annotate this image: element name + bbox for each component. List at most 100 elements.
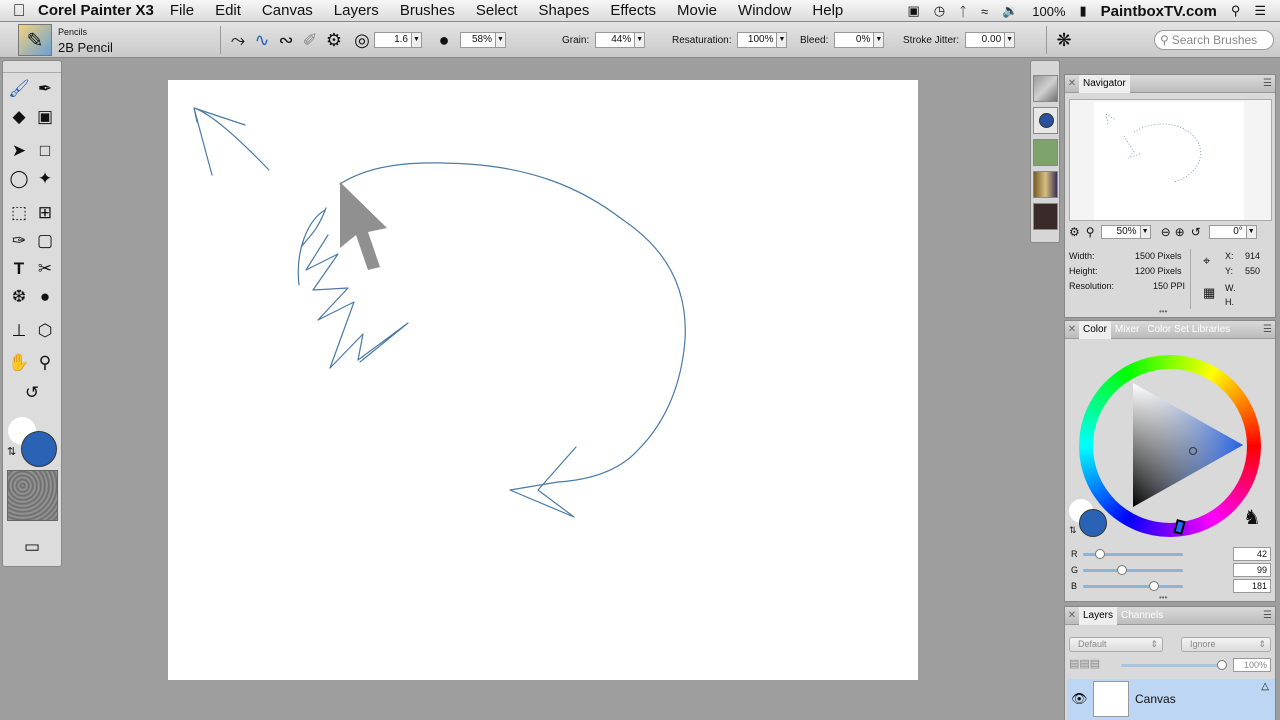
app-menu[interactable]: Corel Painter X3	[38, 2, 154, 19]
color-set-library-icon[interactable]	[1033, 107, 1058, 134]
straight-line-stroke-icon[interactable]: ∾	[274, 28, 298, 52]
panel-menu-icon[interactable]: ☰	[1263, 610, 1272, 621]
stroke-jitter-dropdown-icon[interactable]: ▼	[1005, 32, 1016, 48]
opacity-icon[interactable]: ●	[432, 28, 456, 52]
opacity-field[interactable]: 58%	[460, 32, 496, 48]
saturation-value-triangle[interactable]	[1065, 339, 1277, 579]
selection-adjuster-tool-icon[interactable]: ⬚	[7, 201, 31, 225]
zoom-out-icon[interactable]: ⊖	[1161, 225, 1171, 239]
drawing-canvas[interactable]	[168, 80, 918, 680]
size-dropdown-icon[interactable]: ▼	[412, 32, 422, 48]
menu-shapes[interactable]: Shapes	[539, 2, 590, 19]
apple-menu-icon[interactable]: 	[0, 1, 38, 21]
zoom-dropdown-icon[interactable]: ▼	[1140, 225, 1151, 239]
layer-row-canvas[interactable]: 👁 Canvas △	[1067, 679, 1275, 720]
scissors-tool-icon[interactable]: ✂	[33, 257, 57, 281]
lasso-tool-icon[interactable]: ◯	[7, 167, 31, 191]
b-slider[interactable]	[1083, 585, 1183, 588]
preserve-transparency-select[interactable]: Ignore ⇕	[1181, 637, 1271, 652]
rotation-field[interactable]: 0°	[1208, 225, 1247, 239]
size-icon[interactable]: ◎	[350, 28, 374, 52]
layer-opacity-knob[interactable]	[1217, 660, 1227, 670]
navigator-preview[interactable]	[1069, 99, 1272, 221]
bluetooth-icon[interactable]: ᛏ	[959, 4, 967, 19]
menu-help[interactable]: Help	[812, 2, 843, 19]
zoom-in-icon[interactable]: ⊕	[1175, 225, 1185, 239]
layer-lock-icons[interactable]: ▤▤▤	[1069, 657, 1100, 670]
tab-layers[interactable]: Layers	[1079, 606, 1118, 625]
g-slider-knob[interactable]	[1116, 565, 1127, 575]
close-panel-icon[interactable]: ✕	[1065, 78, 1079, 89]
brush-tracking-icon[interactable]: ❋	[1052, 28, 1076, 52]
menu-brushes[interactable]: Brushes	[400, 2, 455, 19]
resaturation-field[interactable]: 100%	[737, 32, 778, 48]
menu-canvas[interactable]: Canvas	[262, 2, 313, 19]
resaturation-dropdown-icon[interactable]: ▼	[777, 32, 788, 48]
menu-file[interactable]: File	[170, 2, 194, 19]
gradient-library-icon[interactable]	[1033, 171, 1058, 198]
screen-mode-toggle-icon[interactable]: ▭	[20, 535, 44, 559]
cloner-tool-icon[interactable]: ❆	[7, 285, 31, 309]
opacity-dropdown-icon[interactable]: ▼	[496, 32, 506, 48]
grabber-tool-icon[interactable]: ✋	[7, 351, 31, 375]
g-slider[interactable]	[1083, 569, 1183, 572]
menu-movie[interactable]: Movie	[677, 2, 717, 19]
brush-reset-icon[interactable]: ✐	[298, 28, 322, 52]
zoom-field[interactable]: 50%	[1100, 225, 1141, 239]
close-panel-icon[interactable]: ✕	[1065, 324, 1079, 335]
bleed-field[interactable]: 0%	[834, 32, 875, 48]
swap-colors-icon[interactable]: ⇅	[7, 445, 16, 458]
menu-layers[interactable]: Layers	[334, 2, 379, 19]
mirror-tool-icon[interactable]: ⊥	[7, 319, 31, 343]
layer-options-icon[interactable]: △	[1261, 681, 1269, 692]
tab-mixer[interactable]: Mixer	[1111, 321, 1143, 339]
composite-method-select[interactable]: Default ⇕	[1069, 637, 1163, 652]
b-value[interactable]: 181	[1233, 579, 1271, 593]
brush-settings-icon[interactable]: ⚙	[322, 28, 346, 52]
text-tool-icon[interactable]: T	[7, 257, 31, 281]
wifi-icon[interactable]: ≈	[981, 4, 988, 19]
r-slider-knob[interactable]	[1094, 549, 1105, 559]
paint-bucket-tool-icon[interactable]: ◆	[7, 105, 31, 129]
battery-label[interactable]: 100%	[1032, 4, 1065, 19]
panel-resize-handle[interactable]: •••	[1159, 307, 1167, 316]
menu-select[interactable]: Select	[476, 2, 518, 19]
close-panel-icon[interactable]: ✕	[1065, 610, 1079, 621]
pattern-library-icon[interactable]	[1033, 139, 1058, 166]
dropper-tool-icon[interactable]: ✒	[33, 77, 57, 101]
main-color-swatch-panel[interactable]	[1079, 509, 1107, 537]
tab-color-set-libraries[interactable]: Color Set Libraries	[1143, 321, 1234, 339]
freehand-stroke-icon[interactable]: ∿	[250, 28, 274, 52]
layer-opacity-value[interactable]: 100%	[1233, 658, 1271, 672]
bleed-dropdown-icon[interactable]: ▼	[874, 32, 885, 48]
panel-resize-handle[interactable]: •••	[1159, 593, 1167, 602]
volume-icon[interactable]: 🔉	[1002, 3, 1018, 19]
tab-navigator[interactable]: Navigator	[1079, 74, 1130, 93]
dodge-tool-icon[interactable]: ●	[33, 285, 57, 309]
main-color-swatch[interactable]	[21, 431, 57, 467]
reset-rotation-icon[interactable]: ↺	[1191, 225, 1201, 239]
rotation-dropdown-icon[interactable]: ▼	[1246, 225, 1257, 239]
menu-effects[interactable]: Effects	[610, 2, 656, 19]
zoom-tool-icon[interactable]: ⚲	[1086, 225, 1095, 239]
b-slider-knob[interactable]	[1149, 581, 1159, 591]
tab-color[interactable]: Color	[1079, 320, 1111, 339]
tab-channels[interactable]: Channels	[1117, 607, 1167, 625]
stroke-type-freehand-icon[interactable]: ⤳	[226, 28, 250, 52]
grain-dropdown-icon[interactable]: ▼	[635, 32, 646, 48]
rectangular-selection-tool-icon[interactable]: □	[33, 139, 57, 163]
nozzle-library-icon[interactable]	[1033, 203, 1058, 230]
menu-edit[interactable]: Edit	[215, 2, 241, 19]
paper-library-icon[interactable]	[1033, 75, 1058, 102]
spotlight-search-icon[interactable]: ⚲	[1231, 3, 1241, 19]
r-value[interactable]: 42	[1233, 547, 1271, 561]
notification-icon[interactable]: ☰	[1254, 3, 1266, 19]
paper-texture-swatch[interactable]	[7, 470, 58, 521]
brush-tool-icon[interactable]: 🖌	[7, 77, 31, 101]
stroke-jitter-field[interactable]: 0.00	[965, 32, 1006, 48]
toolbox-grip[interactable]	[3, 61, 61, 73]
swap-colors-icon[interactable]: ⇅	[1069, 525, 1077, 536]
visibility-eye-icon[interactable]: 👁	[1071, 691, 1088, 707]
display-icon[interactable]: ▣	[907, 3, 919, 19]
navigator-settings-icon[interactable]: ⚙	[1069, 225, 1080, 239]
